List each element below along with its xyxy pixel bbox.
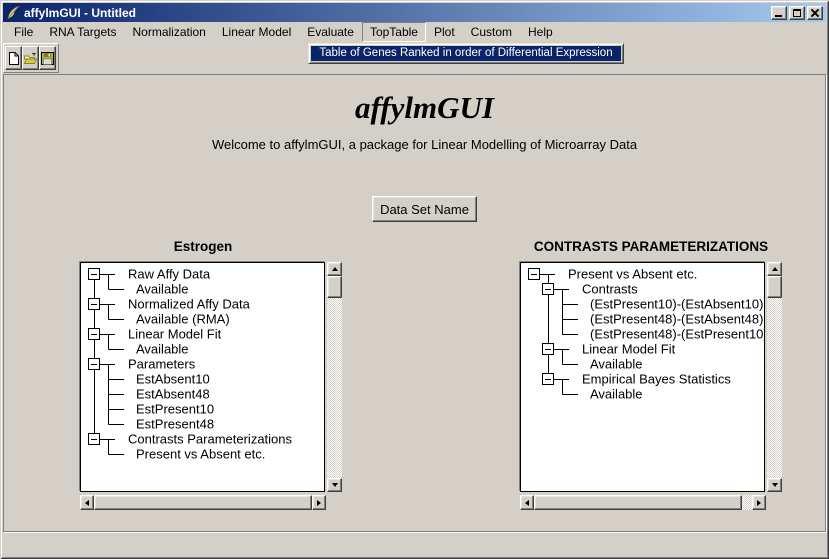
estrogen-tree[interactable]: Raw Affy DataAvailableNormalized Affy Da… <box>80 262 325 492</box>
scroll-right-icon <box>317 500 321 506</box>
svg-text:Present vs Absent etc.: Present vs Absent etc. <box>136 447 265 462</box>
minimize-button[interactable] <box>771 6 787 20</box>
svg-text:Linear Model Fit: Linear Model Fit <box>128 327 222 342</box>
svg-text:Parameters: Parameters <box>128 357 196 372</box>
svg-text:EstPresent10: EstPresent10 <box>136 402 214 417</box>
estrogen-vertical-scrollbar[interactable] <box>327 262 342 492</box>
scroll-left-button[interactable] <box>520 495 534 510</box>
menu-toptable[interactable]: TopTable <box>362 22 426 42</box>
save-floppy-icon <box>41 52 54 65</box>
menu-normalization[interactable]: Normalization <box>125 22 214 42</box>
menu-file[interactable]: File <box>6 22 41 42</box>
svg-text:(EstPresent48)-(EstAbsent48): (EstPresent48)-(EstAbsent48) <box>590 312 763 327</box>
svg-text:Contrasts: Contrasts <box>582 282 638 297</box>
scroll-down-button[interactable] <box>327 478 342 492</box>
estrogen-horizontal-scrollbar[interactable] <box>80 495 326 510</box>
vertical-scroll-thumb[interactable] <box>327 276 342 298</box>
scroll-up-button[interactable] <box>767 262 782 276</box>
svg-text:Present vs Absent etc.: Present vs Absent etc. <box>568 267 697 282</box>
new-file-button[interactable] <box>5 46 22 70</box>
welcome-text: Welcome to affylmGUI, a package for Line… <box>20 137 829 152</box>
menu-custom[interactable]: Custom <box>463 22 520 42</box>
svg-text:Contrasts Parameterizations: Contrasts Parameterizations <box>128 432 293 447</box>
svg-text:Raw Affy Data: Raw Affy Data <box>128 267 211 282</box>
svg-text:(EstPresent10)-(EstAbsent10): (EstPresent10)-(EstAbsent10) <box>590 297 763 312</box>
svg-text:EstPresent48: EstPresent48 <box>136 417 214 432</box>
feather-app-icon <box>6 5 21 20</box>
svg-text:Empirical Bayes Statistics: Empirical Bayes Statistics <box>582 372 731 387</box>
vertical-scroll-thumb[interactable] <box>767 276 782 298</box>
contrasts-horizontal-scrollbar[interactable] <box>520 495 766 510</box>
scroll-right-icon <box>757 500 761 506</box>
svg-text:(EstPresent48)-(EstPresent10): (EstPresent48)-(EstPresent10) <box>590 327 764 342</box>
scroll-left-button[interactable] <box>80 495 94 510</box>
scroll-down-icon <box>772 483 778 487</box>
svg-text:Available: Available <box>590 387 643 402</box>
svg-text:Available: Available <box>136 342 189 357</box>
estrogen-tree-header: Estrogen <box>64 239 342 254</box>
horizontal-scroll-thumb[interactable] <box>534 495 742 510</box>
title-bar: affylmGUI - Untitled <box>3 3 826 22</box>
toolbar <box>3 43 59 73</box>
close-icon <box>811 9 819 17</box>
scroll-up-icon <box>332 267 338 271</box>
scroll-right-button[interactable] <box>312 495 326 510</box>
save-file-button[interactable] <box>39 46 56 70</box>
toptable-dropdown-menu: Table of Genes Ranked in order of Differ… <box>308 43 624 64</box>
application-window: affylmGUI - Untitled File RNA Targets No… <box>0 0 829 559</box>
svg-text:EstAbsent10: EstAbsent10 <box>136 372 210 387</box>
svg-text:Available (RMA): Available (RMA) <box>136 312 230 327</box>
maximize-icon <box>793 9 801 17</box>
menu-item-table-of-genes[interactable]: Table of Genes Ranked in order of Differ… <box>311 46 621 61</box>
contrasts-tree-header: CONTRASTS PARAMETERIZATIONS <box>510 239 792 254</box>
scroll-left-icon <box>85 500 89 506</box>
svg-text:Available: Available <box>136 282 189 297</box>
estrogen-tree-canvas[interactable]: Raw Affy DataAvailableNormalized Affy Da… <box>81 263 324 491</box>
data-set-name-button[interactable]: Data Set Name <box>372 196 477 222</box>
contrasts-tree-canvas[interactable]: Present vs Absent etc.Contrasts(EstPrese… <box>521 263 764 491</box>
svg-text:EstAbsent48: EstAbsent48 <box>136 387 210 402</box>
svg-text:Normalized Affy Data: Normalized Affy Data <box>128 297 251 312</box>
scroll-down-icon <box>332 483 338 487</box>
scroll-right-button[interactable] <box>752 495 766 510</box>
menu-evaluate[interactable]: Evaluate <box>299 22 362 42</box>
contrasts-vertical-scrollbar[interactable] <box>767 262 782 492</box>
svg-text:Available: Available <box>590 357 643 372</box>
open-file-button[interactable] <box>22 46 39 70</box>
menu-help[interactable]: Help <box>520 22 561 42</box>
svg-text:Linear Model Fit: Linear Model Fit <box>582 342 676 357</box>
horizontal-scroll-thumb[interactable] <box>94 495 312 510</box>
minimize-icon <box>775 15 782 17</box>
scroll-up-button[interactable] <box>327 262 342 276</box>
scroll-down-button[interactable] <box>767 478 782 492</box>
menu-bar: File RNA Targets Normalization Linear Mo… <box>3 22 826 42</box>
app-title: affylmGUI <box>20 90 829 126</box>
maximize-button[interactable] <box>789 6 805 20</box>
menu-linear-model[interactable]: Linear Model <box>214 22 299 42</box>
window-title: affylmGUI - Untitled <box>24 6 771 20</box>
close-button[interactable] <box>807 6 823 20</box>
contrasts-tree[interactable]: Present vs Absent etc.Contrasts(EstPrese… <box>520 262 765 492</box>
scroll-left-icon <box>525 500 529 506</box>
scroll-up-icon <box>772 267 778 271</box>
new-file-icon <box>7 52 20 65</box>
open-folder-icon <box>24 52 37 65</box>
menu-plot[interactable]: Plot <box>426 22 463 42</box>
menu-rna-targets[interactable]: RNA Targets <box>41 22 124 42</box>
